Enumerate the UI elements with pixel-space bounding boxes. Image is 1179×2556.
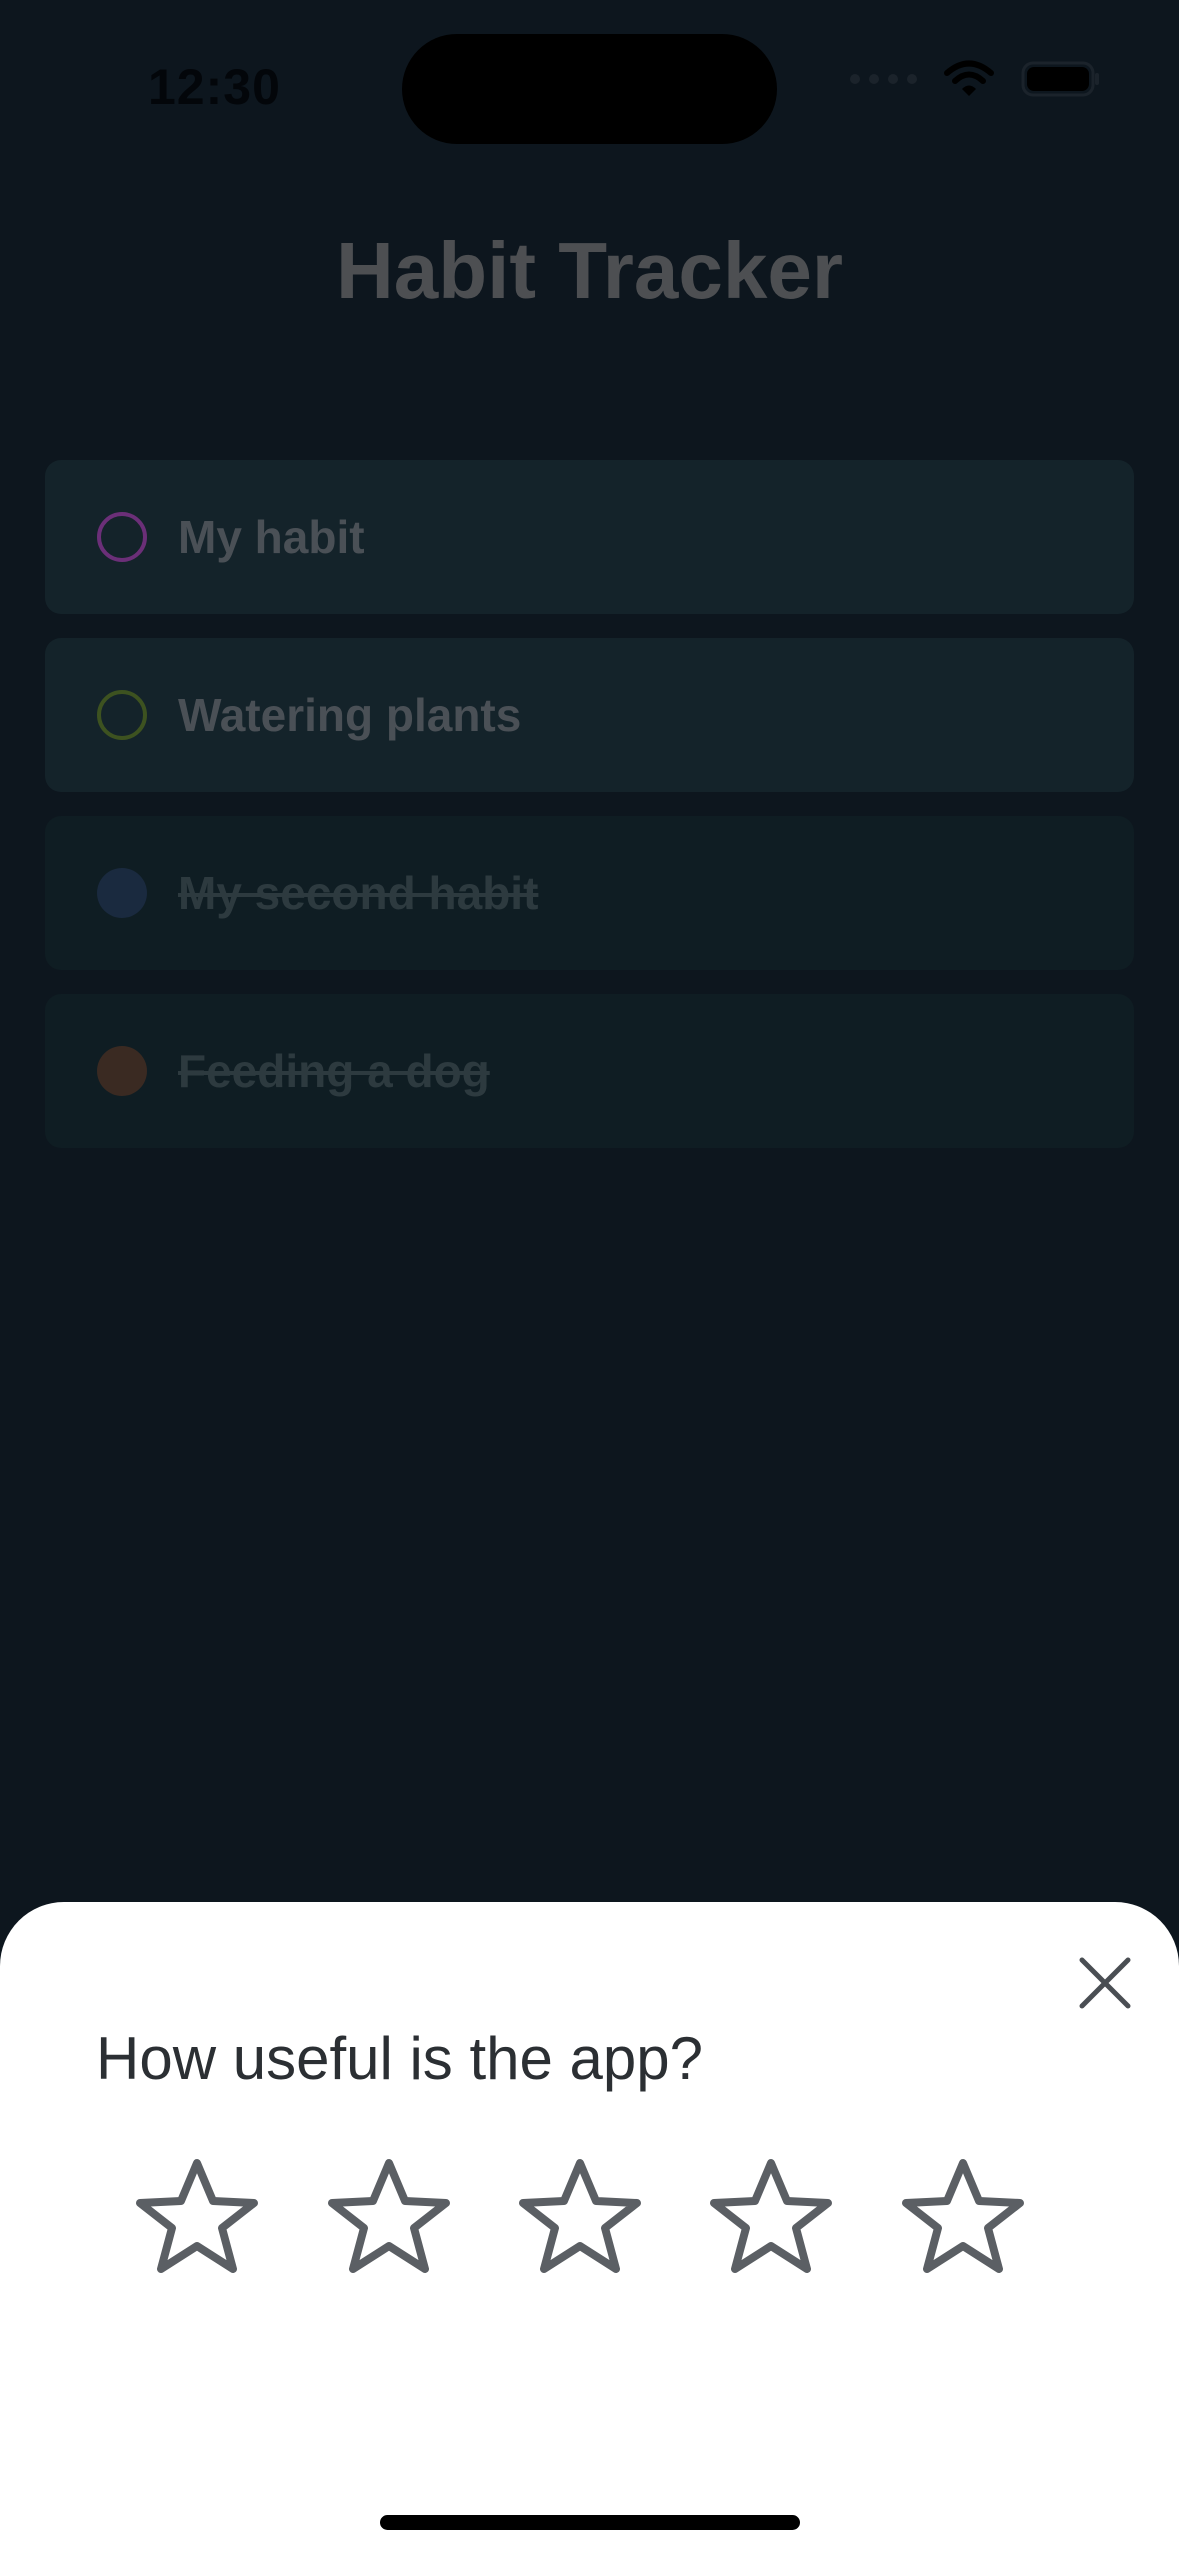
status-icons <box>850 60 1101 98</box>
star-rating <box>136 2155 1040 2280</box>
habit-label: Feeding a dog <box>178 1045 490 1097</box>
habit-list: My habit Watering plants My second habit… <box>45 460 1134 1172</box>
status-time: 12:30 <box>148 59 281 115</box>
battery-icon <box>1021 60 1101 98</box>
dynamic-island <box>402 34 777 144</box>
habit-label: Watering plants <box>178 689 522 741</box>
habit-item[interactable]: My habit <box>45 460 1134 614</box>
habit-checkbox-icon[interactable] <box>97 690 147 740</box>
star-outline-icon[interactable] <box>132 2155 262 2280</box>
app-screen: 12:30 Habit Tracker My habit Watering pl… <box>0 0 1179 2556</box>
habit-label: My second habit <box>178 867 539 919</box>
habit-item[interactable]: My second habit <box>45 816 1134 970</box>
wifi-icon <box>943 60 995 98</box>
cellular-signal-icon <box>850 74 917 84</box>
habit-checkbox-checked-icon[interactable] <box>97 1046 147 1096</box>
rating-question: How useful is the app? <box>96 2025 704 2092</box>
habit-label: My habit <box>178 511 365 563</box>
close-icon[interactable] <box>1070 1948 1140 2018</box>
star-outline-icon[interactable] <box>898 2155 1028 2280</box>
star-outline-icon[interactable] <box>515 2155 645 2280</box>
habit-checkbox-icon[interactable] <box>97 512 147 562</box>
star-outline-icon[interactable] <box>324 2155 454 2280</box>
page-title: Habit Tracker <box>336 226 843 315</box>
star-outline-icon[interactable] <box>706 2155 836 2280</box>
home-indicator[interactable] <box>380 2515 800 2530</box>
habit-item[interactable]: Watering plants <box>45 638 1134 792</box>
habit-item[interactable]: Feeding a dog <box>45 994 1134 1148</box>
habit-checkbox-checked-icon[interactable] <box>97 868 147 918</box>
